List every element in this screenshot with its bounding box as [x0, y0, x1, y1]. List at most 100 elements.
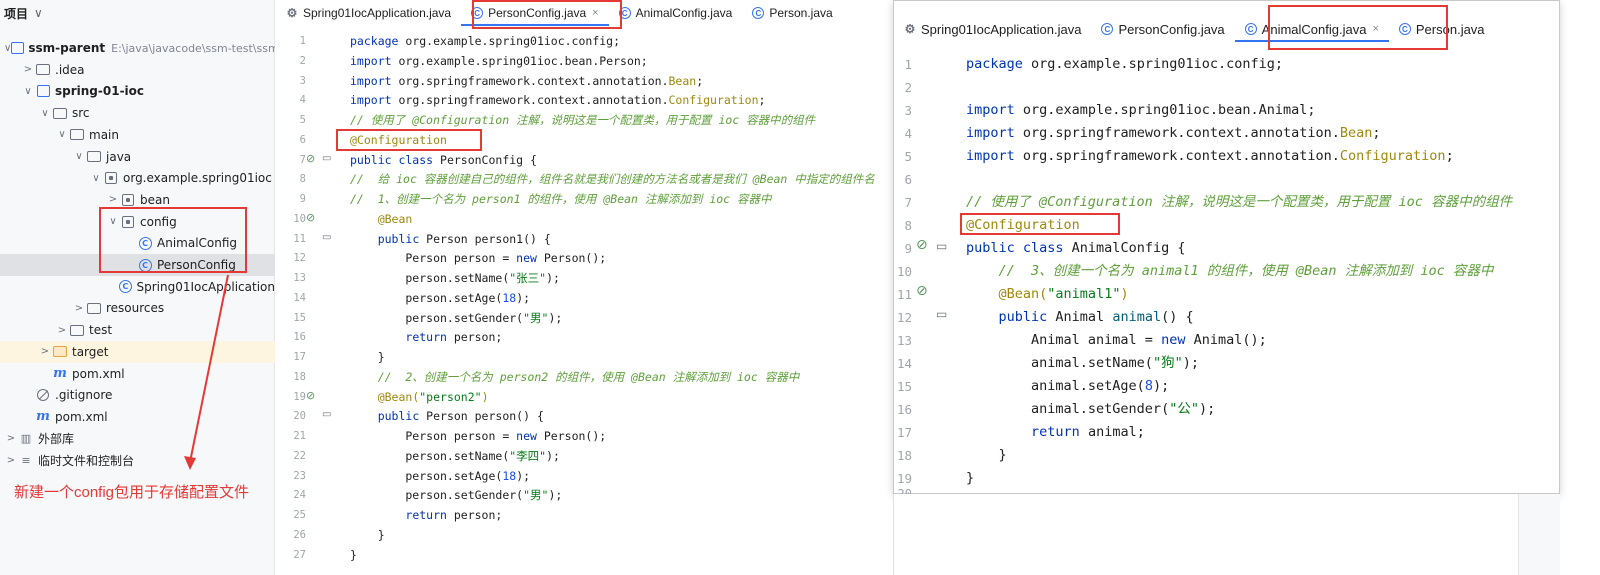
code-line[interactable]: } — [350, 348, 385, 368]
code-token: ); — [1152, 378, 1170, 394]
implementations-gutter-icon[interactable]: ▭ — [322, 409, 331, 420]
code-line[interactable]: Person person = new Person(); — [350, 427, 606, 447]
code-line[interactable]: import org.example.spring01ioc.bean.Pers… — [350, 52, 648, 72]
code-line[interactable]: person.setName("李四"); — [350, 447, 560, 467]
code-token: ); — [546, 271, 560, 285]
code-token: new — [516, 251, 544, 266]
code-line[interactable]: person.setGender("男"); — [350, 486, 562, 506]
code-line[interactable]: public Person person() { — [350, 407, 544, 427]
code-line[interactable]: import org.springframework.context.annot… — [350, 91, 765, 111]
code-token: ); — [516, 468, 531, 483]
code-token: ) — [1120, 286, 1129, 302]
editor-tab[interactable]: C AnimalConfig.java × — [1234, 16, 1390, 42]
editor-tab[interactable]: ⚙ Spring01IocApplication.java — [894, 16, 1091, 42]
code-line[interactable]: animal.setGender("公"); — [966, 398, 1215, 421]
code-line[interactable]: @Bean("animal1") — [966, 283, 1129, 306]
line-number: 17 — [293, 351, 306, 363]
code-line[interactable]: import org.springframework.context.annot… — [966, 145, 1454, 168]
code-line[interactable]: @Bean("person2") — [350, 388, 489, 408]
line-number: 13 — [293, 272, 306, 284]
editor-tab-label: Spring01IocApplication.java — [921, 21, 1082, 37]
editor-tab[interactable]: C PersonConfig.java × — [461, 0, 609, 26]
code-line[interactable]: } — [350, 546, 357, 566]
code-token: import — [350, 53, 399, 68]
line-number: 14 — [896, 356, 912, 371]
code-line[interactable]: // 给 ioc 容器创建自己的组件，组件名就是我们创建的方法名或者是我们 @B… — [350, 170, 875, 190]
code-line[interactable]: Person person = new Person(); — [350, 249, 606, 269]
code-line[interactable]: public class AnimalConfig { — [966, 237, 1185, 260]
spring-bean-gutter-icon[interactable]: ⊘ — [916, 283, 928, 299]
code-token: public class — [350, 152, 441, 167]
implementations-gutter-icon[interactable]: ▭ — [322, 232, 331, 243]
line-number: 13 — [896, 333, 912, 348]
code-line[interactable]: Animal animal = new Animal(); — [966, 329, 1267, 352]
code-line[interactable]: } — [966, 444, 1007, 467]
code-token: () { — [1161, 309, 1194, 325]
code-line[interactable]: person.setAge(18); — [350, 289, 530, 309]
code-line[interactable]: import org.springframework.context.annot… — [350, 72, 703, 92]
line-number: 2 — [904, 80, 912, 95]
code-token: import — [350, 73, 399, 88]
close-tab-icon[interactable]: × — [592, 7, 598, 19]
code-token: new — [516, 429, 544, 443]
code-line[interactable]: @Bean — [350, 210, 413, 230]
code-line[interactable]: package org.example.spring01ioc.config; — [350, 32, 620, 52]
close-tab-icon[interactable]: × — [1372, 23, 1378, 35]
code-line[interactable]: return person; — [350, 328, 502, 348]
line-number: 2 — [299, 54, 306, 67]
code-line[interactable]: animal.setAge(8); — [966, 375, 1169, 398]
code-line[interactable]: return person; — [350, 506, 502, 526]
code-line[interactable]: public Person person1() { — [350, 230, 551, 250]
code-token: "person2" — [419, 389, 482, 404]
editor-tab[interactable]: C Person.java — [1389, 16, 1495, 42]
editor-tab[interactable]: C AnimalConfig.java — [609, 0, 743, 26]
code-line[interactable]: // 使用了 @Configuration 注解，说明这是一个配置类，用于配置 … — [350, 111, 815, 131]
code-line[interactable]: // 1、创建一个名为 person1 的组件，使用 @Bean 注解添加到 i… — [350, 190, 772, 210]
left-editor-tabs: ⚙ Spring01IocApplication.java C PersonConfi… — [276, 0, 843, 26]
code-line[interactable]: } — [350, 526, 385, 546]
editor-tab[interactable]: C PersonConfig.java — [1091, 16, 1234, 42]
code-token: import — [350, 93, 399, 108]
code-token: ) — [481, 389, 489, 404]
editor-tab[interactable]: C Person.java — [742, 0, 842, 26]
code-line[interactable]: person.setName("张三"); — [350, 269, 560, 289]
editor-tab-label: PersonConfig.java — [488, 6, 587, 20]
class-icon: C — [1244, 23, 1257, 35]
code-line[interactable]: return animal; — [966, 421, 1145, 444]
editor-tab[interactable]: ⚙ Spring01IocApplication.java — [276, 0, 461, 26]
code-line[interactable]: package org.example.spring01ioc.config; — [966, 53, 1283, 76]
spring-bean-gutter-icon[interactable]: ⊘ — [306, 211, 315, 224]
code-line[interactable]: person.setAge(18); — [350, 467, 530, 487]
code-line[interactable]: import org.example.spring01ioc.bean.Anim… — [966, 99, 1316, 122]
code-line[interactable]: // 3、创建一个名为 animal1 的组件，使用 @Bean 注解添加到 i… — [966, 260, 1494, 283]
code-token: new — [1161, 332, 1194, 348]
code-token: PersonConfig { — [440, 152, 537, 167]
line-number: 7 — [904, 195, 912, 210]
code-line[interactable]: public Animal animal() { — [966, 306, 1194, 329]
spring-bean-gutter-icon[interactable]: ⊘ — [306, 389, 315, 402]
line-number: 20 — [293, 410, 306, 423]
code-line[interactable]: // 2、创建一个名为 person2 的组件，使用 @Bean 注解添加到 i… — [350, 368, 800, 388]
code-line[interactable]: import org.springframework.context.annot… — [966, 122, 1381, 145]
code-line[interactable]: person.setGender("男"); — [350, 309, 562, 329]
code-line[interactable]: public class PersonConfig { — [350, 151, 537, 171]
code-token: public — [377, 409, 427, 424]
code-token: // 给 ioc 容器创建自己的组件，组件名就是我们创建的方法名或者是我们 @B… — [350, 172, 875, 187]
spring-bean-gutter-icon[interactable]: ⊘ — [306, 152, 315, 165]
code-token: ; — [1445, 148, 1454, 164]
code-line[interactable]: @Configuration — [350, 131, 447, 151]
code-line[interactable]: animal.setName("狗"); — [966, 352, 1199, 375]
code-token: "男" — [523, 310, 549, 325]
code-token: "李四" — [509, 448, 547, 463]
code-line[interactable]: } — [966, 467, 974, 490]
code-line[interactable]: // 使用了 @Configuration 注解，说明这是一个配置类，用于配置 … — [966, 191, 1512, 214]
line-number: 12 — [896, 310, 912, 325]
spring-bean-gutter-icon[interactable]: ⊘ — [916, 237, 928, 253]
implementations-gutter-icon[interactable]: ▭ — [322, 153, 331, 164]
implementations-gutter-icon[interactable]: ▭ — [936, 239, 947, 253]
code-token: "狗" — [1152, 355, 1183, 371]
implementations-gutter-icon[interactable]: ▭ — [936, 307, 947, 321]
scrollbar-strip[interactable] — [1518, 494, 1560, 575]
code-token: person.setAge( — [350, 468, 503, 483]
code-line[interactable]: @Configuration — [966, 214, 1080, 237]
